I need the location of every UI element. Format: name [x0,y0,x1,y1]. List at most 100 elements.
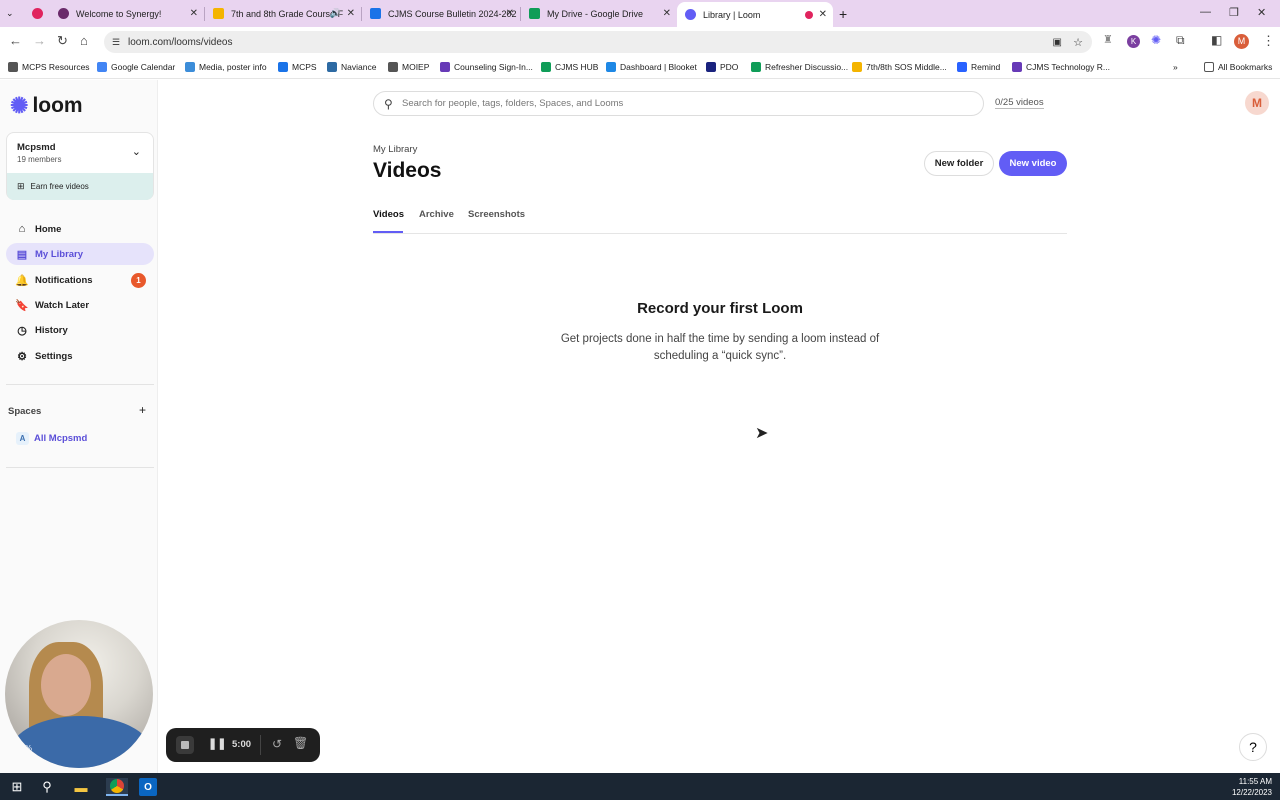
bookmark-label: MOIEP [402,62,430,72]
sidebar-item-label: Notifications [35,274,93,286]
site-info-icon[interactable]: ☰ [112,37,120,48]
bookmark-item[interactable]: CJMS HUB [541,62,598,72]
bookmark-item[interactable]: Counseling Sign-In... [440,62,533,72]
bookmark-item[interactable]: CJMS Technology R... [1012,62,1110,72]
address-bar[interactable]: ☰ loom.com/looms/videos ▣ ☆ [104,31,1092,53]
extension-icon[interactable]: ♜ [1103,33,1113,46]
bookmark-item[interactable]: 7th/8th SOS Middle... [852,62,947,72]
bookmark-favicon-icon [8,62,18,72]
bookmark-item[interactable]: MCPS [278,62,317,72]
stop-recording-button[interactable] [176,736,194,754]
tab-google-drive[interactable]: My Drive - Google Drive ✕ [521,0,677,27]
pause-icon[interactable]: ❚❚ [208,737,226,750]
breadcrumb[interactable]: My Library [373,144,417,155]
reload-icon[interactable]: ↻ [57,33,68,49]
minimize-icon[interactable]: — [1200,6,1211,18]
home-icon[interactable]: ⌂ [80,33,88,48]
video-quota-link[interactable]: 0/25 videos [995,97,1044,109]
tab-archive[interactable]: Archive [419,209,454,220]
sidebar-item-settings[interactable]: ⚙ Settings [6,345,154,367]
restore-icon[interactable]: ❐ [1229,6,1239,19]
close-window-icon[interactable]: ✕ [1257,6,1266,19]
bookmark-label: Refresher Discussio... [765,62,849,72]
loom-logo[interactable]: ✺ loom [10,93,83,119]
avatar[interactable]: M [1245,91,1269,115]
search-placeholder: Search for people, tags, folders, Spaces… [402,98,624,109]
bookmark-item[interactable]: Dashboard | Blooket [606,62,697,72]
file-explorer-icon[interactable]: ▬ [72,778,90,796]
bookmark-item[interactable]: Refresher Discussio... [751,62,848,72]
sidebar-item-watch-later[interactable]: 🔖 Watch Later [6,294,154,316]
puzzle-icon[interactable]: ⧉ [1176,33,1185,48]
close-icon[interactable]: ✕ [663,8,671,19]
tab-pinned[interactable] [28,0,50,27]
bookmark-item[interactable]: PDO [706,62,738,72]
workspace-switcher[interactable]: Mcpsmd 19 members ⌄ ⊞ Earn free videos [6,132,154,200]
system-clock[interactable]: 11:55 AM 12/22/2023 [1232,776,1272,798]
bookmark-favicon-icon [606,62,616,72]
chrome-icon[interactable] [106,778,128,796]
side-panel-icon[interactable]: ◧ [1211,33,1222,47]
new-folder-button[interactable]: New folder [924,151,994,176]
profile-avatar-icon[interactable]: M [1234,34,1249,49]
library-icon: ▤ [16,248,28,261]
tab-course-form[interactable]: 7th and 8th Grade Course F 🔊 ✕ [205,0,361,27]
forward-arrow-icon[interactable]: → [33,33,46,48]
tabs-divider [373,233,1067,234]
home-icon: ⌂ [18,223,26,235]
space-all-mcpsmd[interactable]: A All Mcpsmd [16,432,87,445]
new-video-button[interactable]: New video [999,151,1067,176]
menu-dots-icon[interactable]: ⋮ [1262,33,1275,49]
tab-videos[interactable]: Videos [373,209,404,220]
synergy-favicon-icon [58,8,69,19]
camera-zoom-label[interactable]: 50% [16,744,32,753]
sidebar-item-notifications[interactable]: 🔔 Notifications 1 [6,269,154,291]
close-icon[interactable]: ✕ [190,8,198,19]
recording-timer: 5:00 [232,739,252,750]
tab-screenshots[interactable]: Screenshots [468,209,525,220]
search-input[interactable]: ⚲ Search for people, tags, folders, Spac… [373,91,984,116]
bookmark-item[interactable]: MCPS Resources [8,62,90,72]
camera-icon[interactable]: ▣ [1053,37,1062,48]
sidebar-item-label: Watch Later [35,299,90,311]
loom-extension-icon[interactable]: ✺ [1151,33,1161,47]
all-bookmarks-folder[interactable]: All Bookmarks [1204,62,1272,72]
chevron-down-icon[interactable]: ⌄ [132,145,141,158]
tab-loom-library[interactable]: Library | Loom ✕ [677,2,833,27]
close-icon[interactable]: ✕ [506,8,514,19]
camera-bubble[interactable]: 50% [5,620,153,768]
sidebar-divider [6,467,154,468]
recording-indicator-icon [805,10,813,19]
search-icon[interactable]: ⚲ [38,778,56,796]
notification-count-badge: 1 [131,272,146,288]
bookmark-item[interactable]: Naviance [327,62,376,72]
help-button[interactable]: ? [1239,733,1267,761]
star-icon[interactable]: ☆ [1073,36,1083,49]
sidebar-item-history[interactable]: ◷ History [6,319,154,341]
bookmark-favicon-icon [706,62,716,72]
tab-title: My Drive - Google Drive [547,8,644,19]
bookmark-item[interactable]: Media, poster info [185,62,267,72]
sidebar-item-home[interactable]: ⌂ Home [6,218,154,240]
back-arrow-icon[interactable]: ← [9,33,22,48]
bookmark-item[interactable]: Remind [957,62,1000,72]
chevron-down-icon: ⌄ [6,8,14,18]
tab-synergy[interactable]: Welcome to Synergy! ✕ [50,0,204,27]
tab-search-button[interactable]: ⌄ [0,0,28,27]
close-icon[interactable]: ✕ [819,9,827,20]
tab-course-bulletin[interactable]: CJMS Course Bulletin 2024-202 ✕ [362,0,520,27]
bookmark-item[interactable]: MOIEP [388,62,429,72]
bookmark-item[interactable]: Google Calendar [97,62,175,72]
add-space-plus-icon[interactable]: + [139,403,146,417]
trash-icon[interactable]: 🗑 [293,736,308,750]
close-icon[interactable]: ✕ [347,8,355,19]
outlook-icon[interactable]: O [139,778,157,796]
speaker-icon[interactable]: 🔊 [330,8,341,19]
restart-icon[interactable]: ↺ [272,737,282,751]
sidebar-item-my-library[interactable]: ▤ My Library [6,243,154,265]
new-tab-plus-icon[interactable]: + [839,6,847,22]
windows-start-icon[interactable]: ⊞ [8,778,26,796]
extension-k-icon[interactable]: K [1127,35,1140,48]
earn-free-videos-link[interactable]: ⊞ Earn free videos [7,173,153,200]
more-bookmarks-icon[interactable]: » [1173,62,1178,72]
